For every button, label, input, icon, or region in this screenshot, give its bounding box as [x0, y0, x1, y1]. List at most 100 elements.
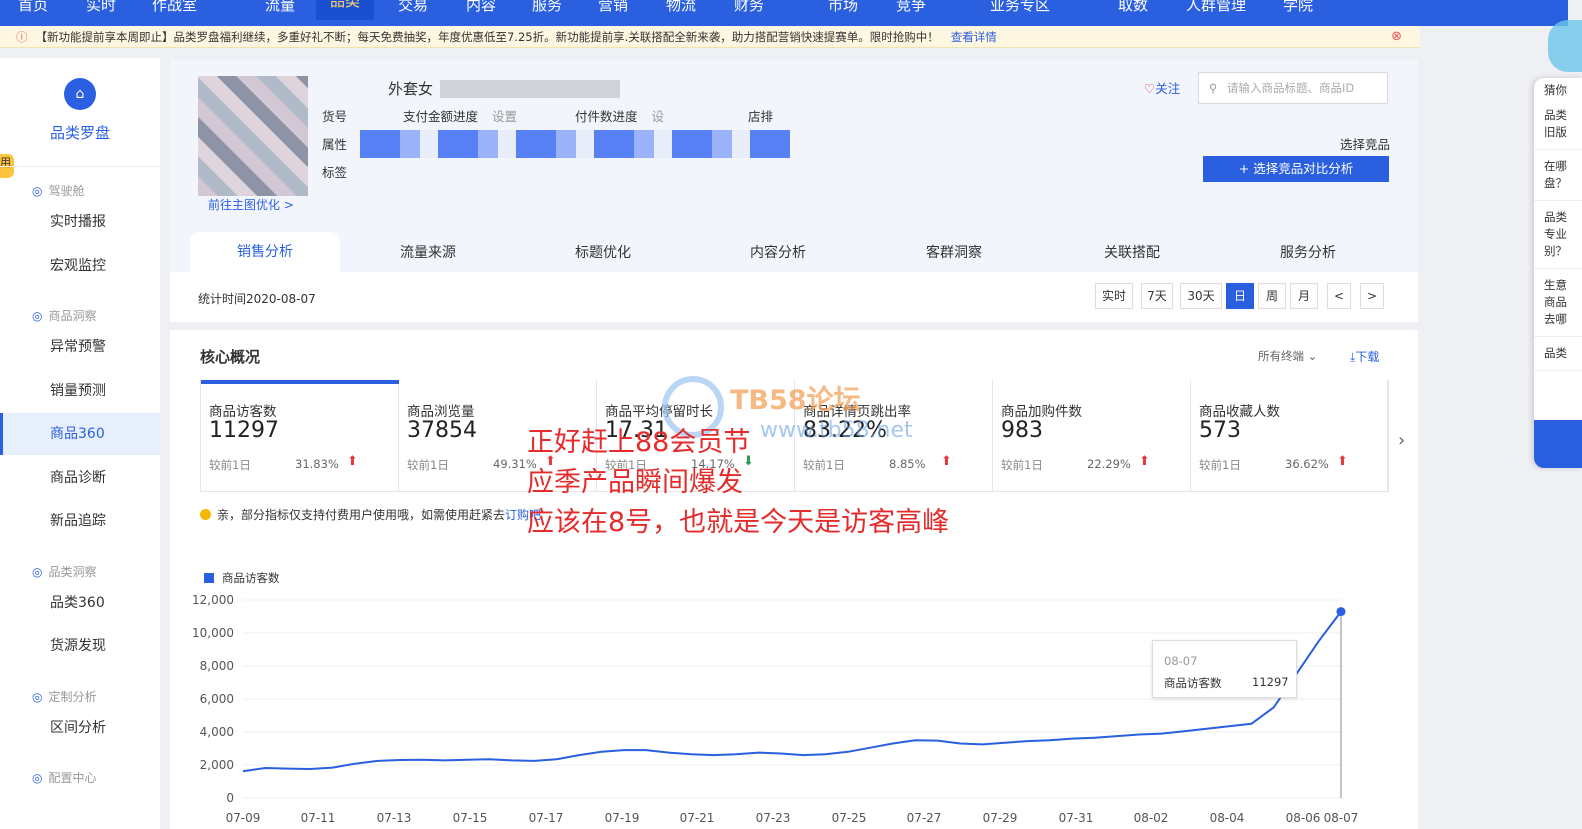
- analysis-tabs: 销售分析 流量来源 标题优化 内容分析 客群洞察 关联搭配 服务分析: [170, 232, 1418, 272]
- nav-item[interactable]: 服务: [532, 0, 562, 15]
- nav-item[interactable]: 竞争: [896, 0, 926, 15]
- sidebar-item[interactable]: 异常预警: [0, 326, 160, 368]
- watermark-text: TB58论坛: [730, 385, 861, 416]
- nav-item[interactable]: 交易: [398, 0, 428, 15]
- assistant-mascot[interactable]: [1548, 20, 1582, 72]
- nav-item[interactable]: 营销: [598, 0, 628, 15]
- sidebar-item[interactable]: 宏观监控: [0, 245, 160, 287]
- metric-name: 商品收藏人数: [1199, 404, 1280, 420]
- metric-card[interactable]: 商品访客数 11297 较前1日 31.83% ⬆: [201, 380, 399, 492]
- metric-value: 37854: [407, 418, 477, 443]
- sidebar-item[interactable]: 新品追踪: [0, 500, 160, 542]
- faq-item[interactable]: 品类旧版: [1534, 103, 1582, 145]
- range-button[interactable]: 实时: [1095, 283, 1133, 309]
- tab-5[interactable]: 关联搭配: [1104, 242, 1160, 262]
- chevron-right-icon[interactable]: ›: [1398, 430, 1405, 451]
- choose-competitor-button[interactable]: + 选择竞品对比分析: [1203, 156, 1389, 182]
- range-button[interactable]: 7天: [1141, 283, 1173, 309]
- watermark-url: www.tb58.net: [760, 418, 913, 443]
- metric-compare-label: 较前1日: [209, 458, 251, 472]
- chart-legend[interactable]: 商品访客数: [204, 570, 280, 586]
- metric-compare-label: 较前1日: [407, 458, 449, 472]
- sidebar-item[interactable]: 商品360: [0, 413, 160, 455]
- product-image[interactable]: [198, 76, 308, 196]
- redacted-title: [440, 80, 620, 98]
- group-icon: ◎: [32, 771, 43, 785]
- nav-item[interactable]: 市场: [828, 0, 858, 15]
- info-dot-icon: [200, 509, 211, 520]
- main-pic-optimize-link[interactable]: 前往主图优化 >: [208, 196, 294, 213]
- close-icon[interactable]: ⊗: [1391, 29, 1402, 44]
- tab-6[interactable]: 服务分析: [1280, 242, 1336, 262]
- group-icon: ◎: [32, 689, 43, 704]
- tab-0[interactable]: 销售分析: [190, 232, 340, 272]
- follow-button[interactable]: ♡关注: [1144, 78, 1180, 97]
- nav-item[interactable]: 财务: [734, 0, 764, 15]
- sidebar-item[interactable]: 实时播报: [0, 201, 160, 243]
- faq-divider: [1534, 268, 1582, 269]
- faq-divider: [1534, 200, 1582, 201]
- redacted-attributes: [360, 130, 790, 158]
- group-icon: ◎: [32, 564, 43, 579]
- sidebar-item[interactable]: 商品诊断: [0, 457, 160, 499]
- sidebar-item[interactable]: 销量预测: [0, 370, 160, 412]
- metric-change: 22.29%: [1087, 457, 1131, 471]
- nav-item[interactable]: 首页: [18, 0, 48, 15]
- terminal-select[interactable]: 所有终端 ⌄: [1258, 348, 1317, 364]
- tab-2[interactable]: 标题优化: [575, 242, 631, 262]
- tab-3[interactable]: 内容分析: [750, 242, 806, 262]
- group-icon: ◎: [32, 309, 43, 323]
- sidebar-item[interactable]: 品类360: [0, 582, 160, 624]
- stat-time: 统计时间2020-08-07: [198, 292, 316, 306]
- metric-name: 商品加购件数: [1001, 404, 1082, 420]
- nav-item[interactable]: 内容: [466, 0, 496, 15]
- attr-label: 属性: [322, 137, 348, 152]
- sidebar-item[interactable]: 货源发现: [0, 625, 160, 667]
- faq-item[interactable]: 品类: [1534, 341, 1582, 366]
- faq-item[interactable]: 品类专业别？: [1534, 205, 1582, 264]
- range-button[interactable]: <: [1327, 283, 1351, 309]
- sidebar-divider: [0, 166, 160, 167]
- metric-card[interactable]: 商品收藏人数 573 较前1日 36.62% ⬆: [1191, 380, 1389, 492]
- faq-item[interactable]: 猜你: [1534, 78, 1582, 103]
- nav-item[interactable]: 实时: [86, 0, 116, 15]
- tab-1[interactable]: 流量来源: [400, 242, 456, 262]
- search-icon: ⚲: [1209, 81, 1218, 95]
- range-button[interactable]: 日: [1226, 283, 1254, 309]
- faq-item[interactable]: 在哪盘？: [1534, 154, 1582, 196]
- nav-item[interactable]: 人群管理: [1186, 0, 1246, 15]
- faq-divider: [1534, 336, 1582, 337]
- choose-competitor-label: 选择竞品: [1340, 137, 1391, 152]
- qty-progress-setting[interactable]: 设: [652, 109, 665, 124]
- group-icon: ◎: [32, 184, 43, 198]
- range-button[interactable]: 月: [1290, 283, 1318, 309]
- download-button[interactable]: ⤓下载: [1350, 348, 1379, 365]
- nav-item[interactable]: 品类: [316, 0, 375, 20]
- pay-progress-setting[interactable]: 设置: [492, 109, 517, 124]
- range-button[interactable]: 周: [1258, 283, 1286, 309]
- metric-change: 31.83%: [295, 457, 339, 471]
- range-button[interactable]: 30天: [1180, 283, 1222, 309]
- tab-4[interactable]: 客群洞察: [926, 242, 982, 262]
- range-button[interactable]: >: [1360, 283, 1384, 309]
- metric-change: 8.85%: [889, 457, 926, 471]
- tooltip-date: 08-07: [1164, 654, 1198, 668]
- faq-item[interactable]: 生意商品去哪: [1534, 273, 1582, 332]
- nav-item[interactable]: 业务专区: [990, 0, 1050, 15]
- product-search-input[interactable]: ⚲ 请输入商品标题、商品ID: [1198, 72, 1388, 104]
- sidebar-group: ◎ 驾驶舱: [32, 184, 85, 198]
- metric-card[interactable]: 商品加购件数 983 较前1日 22.29% ⬆: [993, 380, 1191, 492]
- notice-detail-link[interactable]: 查看详情: [951, 29, 997, 45]
- nav-item[interactable]: 取数: [1118, 0, 1148, 15]
- nav-item[interactable]: 流量: [265, 0, 295, 15]
- tooltip-value: 11297: [1252, 675, 1289, 689]
- faq-panel-footer[interactable]: [1534, 420, 1582, 468]
- nav-item[interactable]: 作战室: [152, 0, 197, 15]
- sidebar-item[interactable]: 区间分析: [0, 707, 160, 749]
- qty-progress-label: 付件数进度: [575, 109, 638, 124]
- arrow-up-icon: ⬆: [1337, 454, 1348, 469]
- metric-value: 983: [1001, 418, 1043, 443]
- nav-item[interactable]: 物流: [666, 0, 696, 15]
- nav-item[interactable]: 学院: [1283, 0, 1313, 15]
- sku-label: 货号: [322, 109, 348, 124]
